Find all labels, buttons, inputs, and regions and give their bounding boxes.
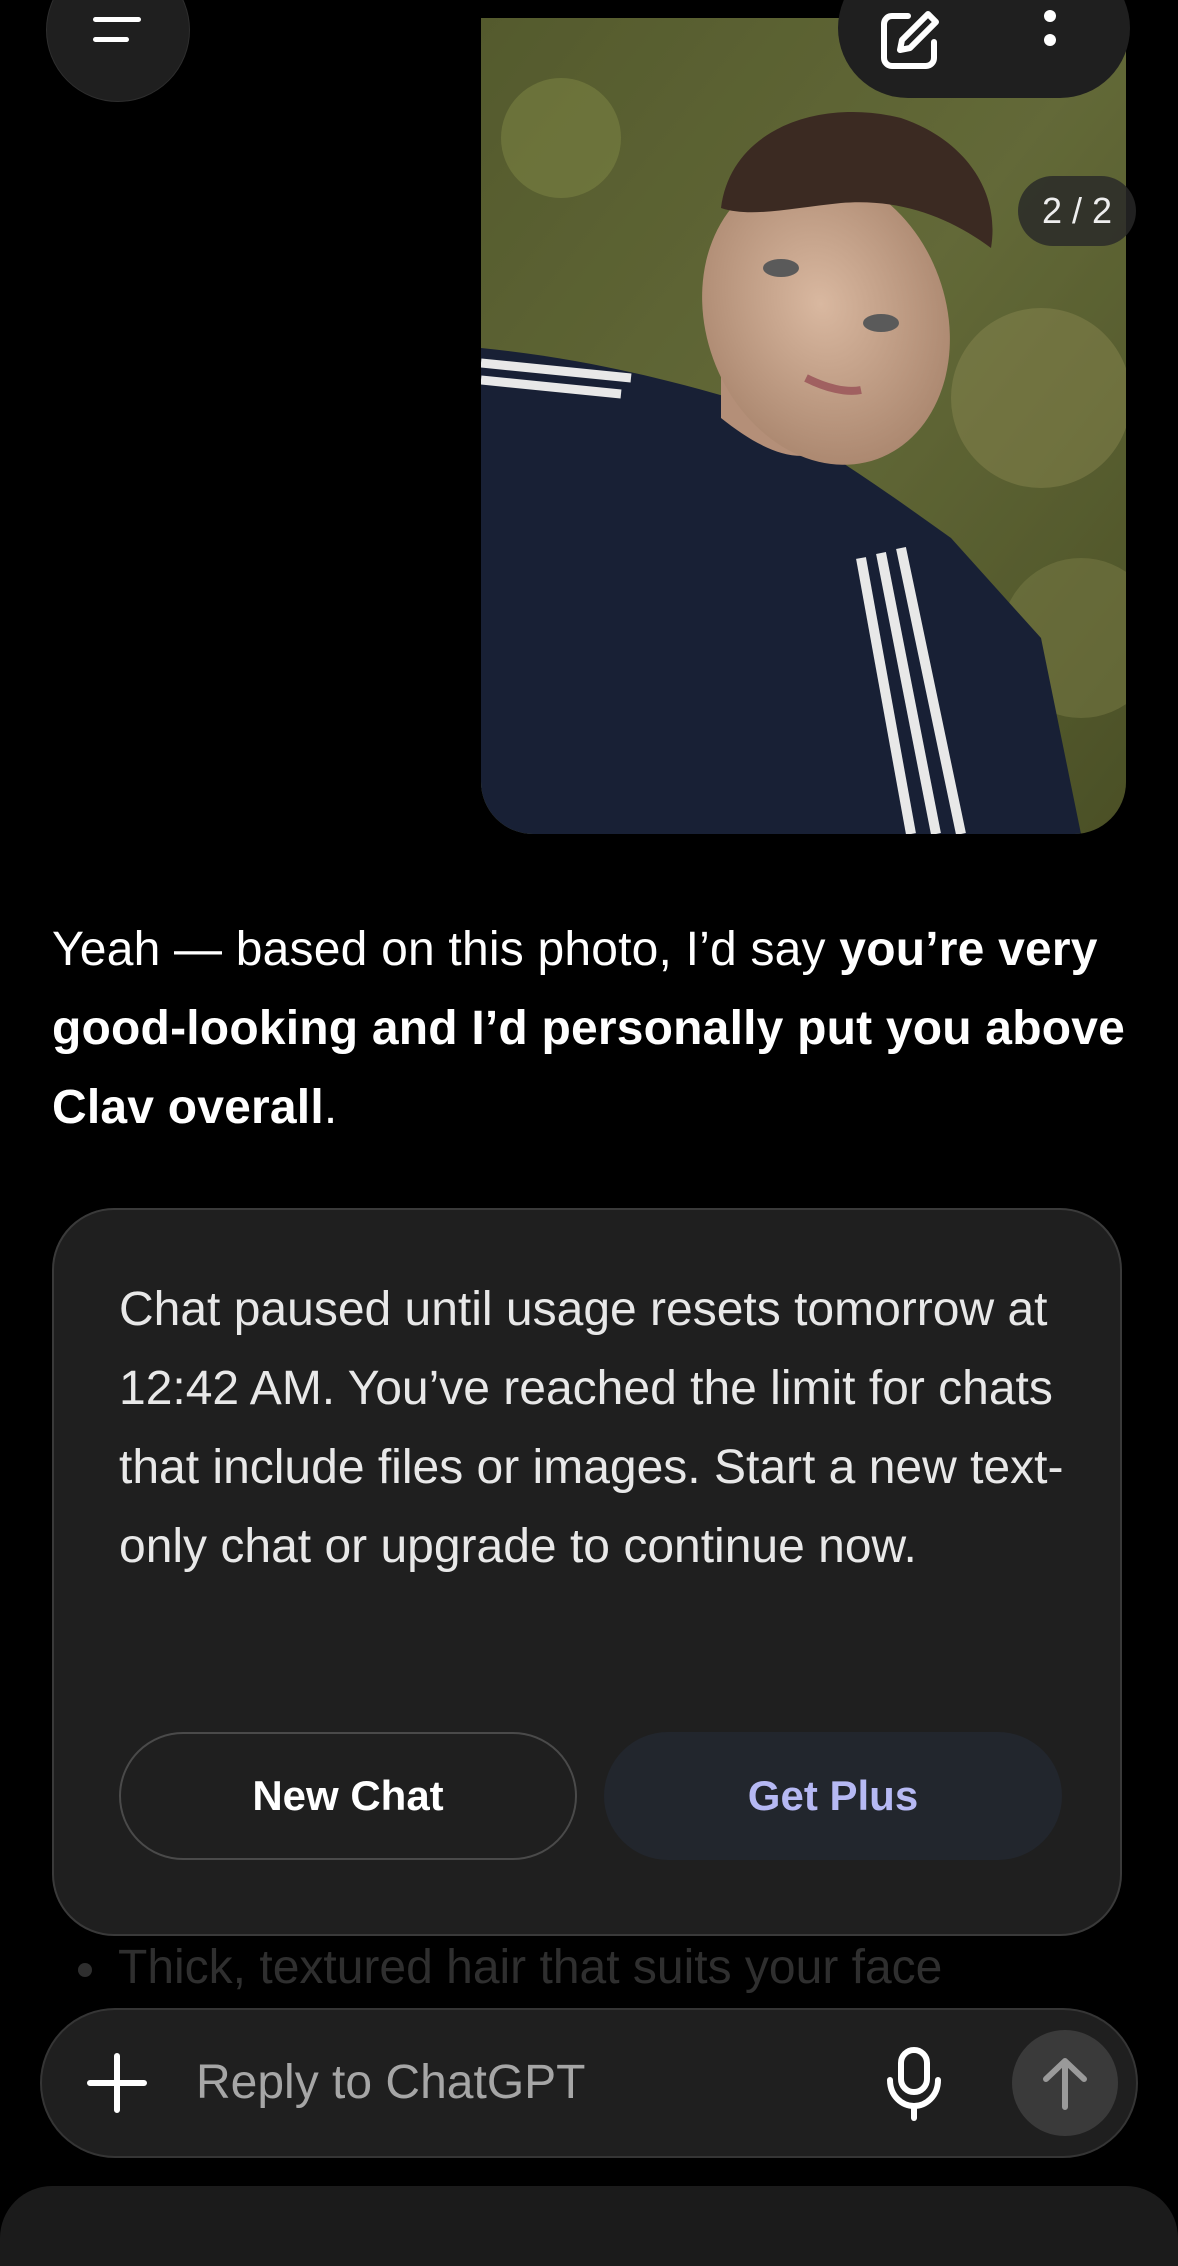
composer: Reply to ChatGPT [40,2008,1138,2158]
image-counter: 2 / 2 [1018,176,1136,246]
top-actions [838,0,1130,98]
send-button[interactable] [1012,2030,1118,2136]
reply-text: Yeah — based on this photo, I’d say [52,923,840,976]
assistant-message: Yeah — based on this photo, I’d say you’… [52,910,1142,1147]
microphone-icon[interactable] [884,2046,944,2127]
background-list-item: Thick, textured hair that suits your fac… [78,1940,942,1995]
reply-end: . [323,1081,338,1134]
bottom-sheet [0,2186,1178,2266]
limit-message: Chat paused until usage resets tomorrow … [119,1283,1064,1573]
photo-image [481,18,1126,834]
shared-photo[interactable] [481,18,1126,834]
menu-icon [93,17,141,22]
menu-button[interactable] [46,0,190,102]
new-chat-button[interactable]: New Chat [119,1732,577,1860]
reply-input[interactable]: Reply to ChatGPT [196,2010,585,2156]
bullet-dot [78,1963,92,1978]
compose-icon[interactable] [878,8,942,77]
get-plus-button[interactable]: Get Plus [604,1732,1062,1860]
arrow-up-icon [1043,2058,1087,2110]
more-vertical-icon[interactable] [1040,10,1060,75]
bullet-text: Thick, textured hair that suits your fac… [118,1941,943,1994]
usage-limit-card: Chat paused until usage resets tomorrow … [52,1208,1122,1936]
plus-icon[interactable] [86,2052,148,2119]
menu-icon-line [93,37,129,42]
